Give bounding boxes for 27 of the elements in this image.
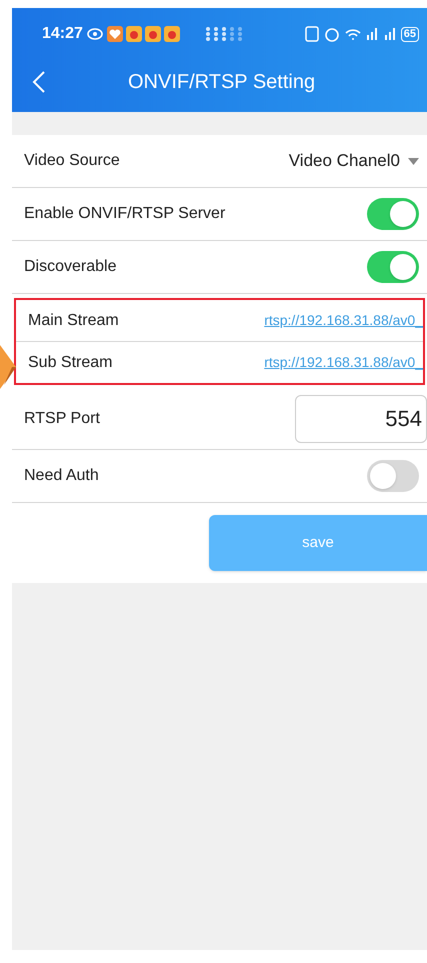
setting-label: Need Auth xyxy=(24,466,99,486)
setting-label: Main Stream xyxy=(28,310,119,330)
battery-indicator: 65 xyxy=(400,26,419,42)
dropdown-value[interactable]: Video Chanel0 xyxy=(288,148,400,174)
toggle-switch[interactable] xyxy=(367,251,419,283)
setting-label: Enable ONVIF/RTSP Server xyxy=(24,204,226,224)
setting-label: RTSP Port xyxy=(24,409,100,429)
status-time: 14:27 xyxy=(42,24,83,44)
stream-url-link[interactable]: rtsp://192.168.31.88/av0_ xyxy=(264,352,423,373)
port-input[interactable]: 554 xyxy=(295,395,427,443)
toggle-switch[interactable] xyxy=(367,198,419,230)
wifi-icon xyxy=(344,28,361,40)
screen-title: ONVIF/RTSP Setting xyxy=(128,70,316,95)
caret-icon xyxy=(408,158,419,164)
setting-label: Discoverable xyxy=(24,257,116,277)
setting-label: Sub Stream xyxy=(28,352,112,372)
back-icon[interactable] xyxy=(32,70,46,94)
stream-url-link[interactable]: rtsp://192.168.31.88/av0_ xyxy=(264,310,423,331)
pointer-arrow-icon xyxy=(0,345,16,389)
setting-label: Video Source xyxy=(24,151,120,171)
signal-icon xyxy=(366,28,379,40)
eye-icon xyxy=(86,28,103,40)
heart-app-icon xyxy=(106,26,123,42)
signal-icon xyxy=(384,28,397,40)
save-button[interactable]: save xyxy=(209,515,427,571)
toggle-switch[interactable] xyxy=(367,460,419,492)
dots-icon xyxy=(204,26,244,42)
